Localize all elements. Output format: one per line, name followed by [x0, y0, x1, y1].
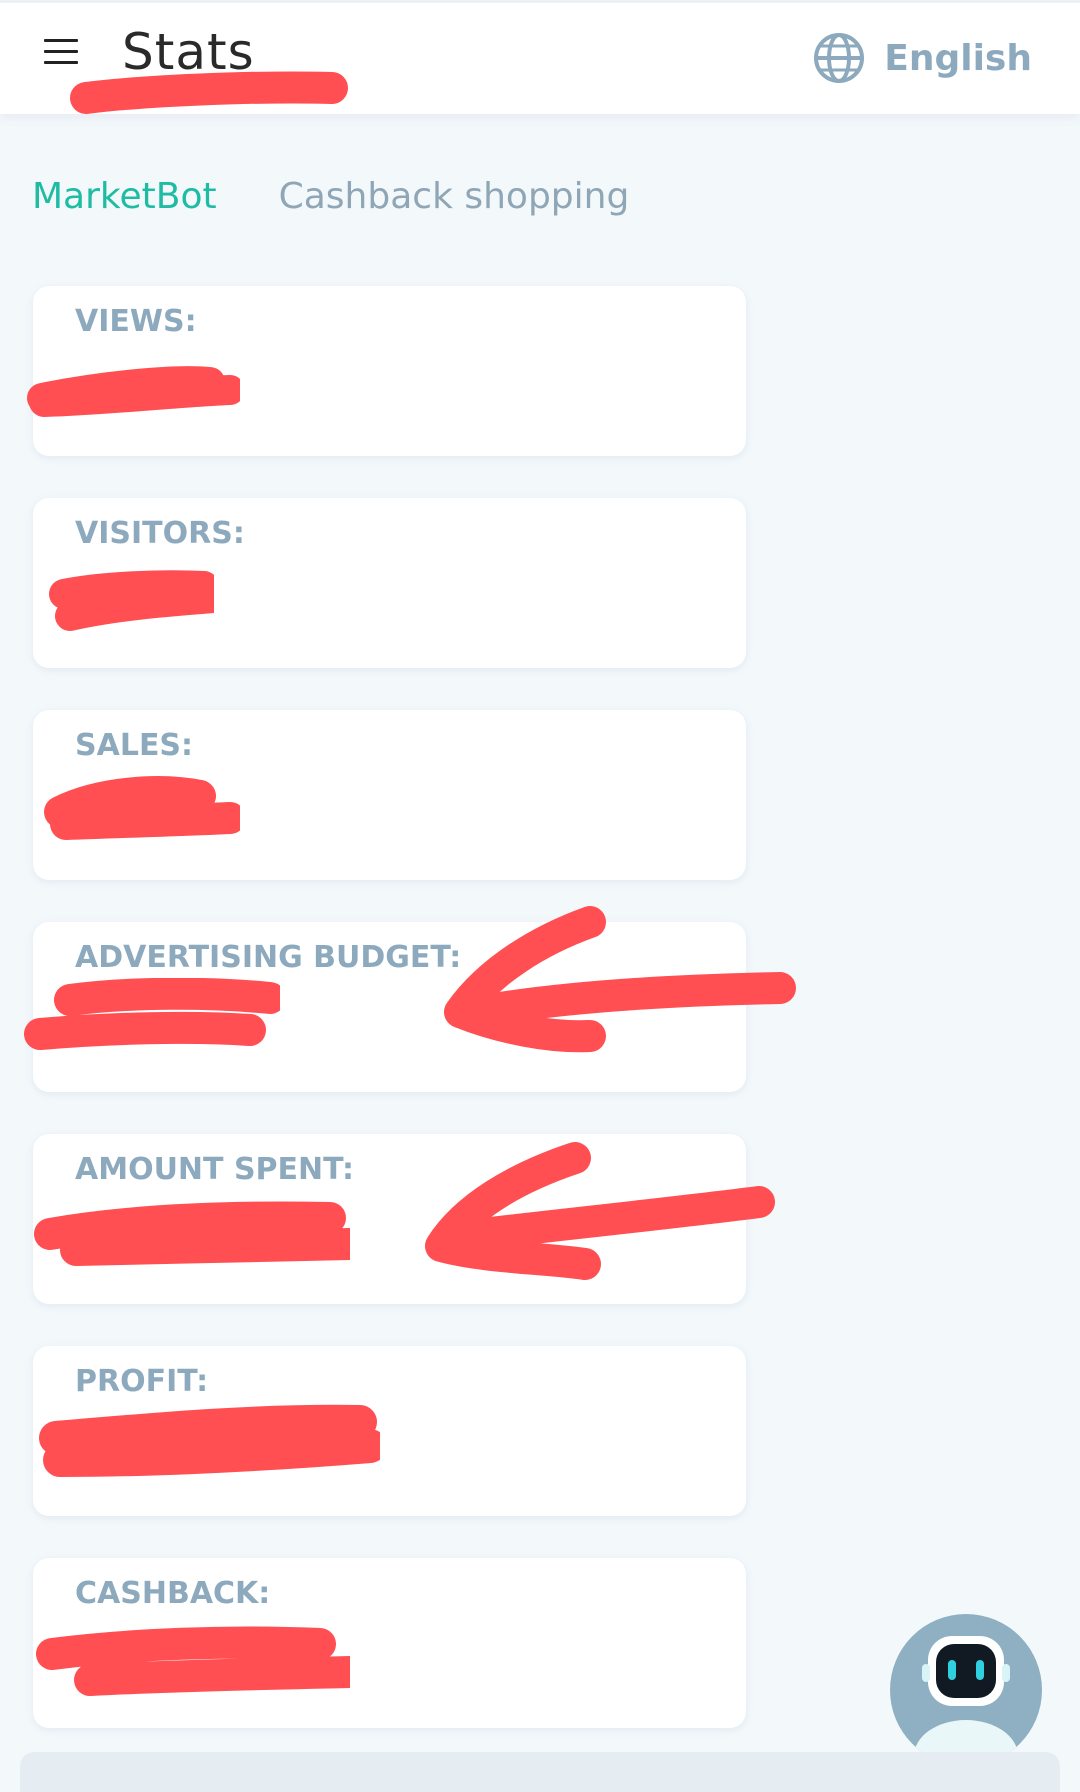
stat-card-profit: PROFIT: — [33, 1346, 746, 1516]
stat-label: PROFIT: — [75, 1364, 209, 1399]
stat-label: CASHBACK: — [75, 1576, 271, 1611]
stat-label: VIEWS: — [75, 304, 197, 339]
bottom-sheet-edge — [20, 1752, 1060, 1792]
tab-marketbot[interactable]: MarketBot — [32, 176, 217, 217]
stat-card-sales: SALES: — [33, 710, 746, 880]
globe-icon — [814, 33, 865, 83]
language-label: English — [884, 37, 1032, 79]
hamburger-icon[interactable] — [44, 39, 78, 67]
stat-label: AMOUNT SPENT: — [75, 1152, 354, 1187]
stat-card-amount-spent: AMOUNT SPENT: — [33, 1134, 746, 1304]
assistant-robot-button[interactable] — [890, 1614, 1042, 1766]
tab-bar: MarketBot Cashback shopping — [32, 176, 691, 217]
stat-card-visitors: VISITORS: — [33, 498, 746, 668]
tab-cashback-shopping[interactable]: Cashback shopping — [279, 176, 630, 217]
stat-card-cashback: CASHBACK: — [33, 1558, 746, 1728]
stat-card-views: VIEWS: — [33, 286, 746, 456]
stat-label: VISITORS: — [75, 516, 245, 551]
app-header: Stats English — [0, 0, 1080, 114]
language-selector[interactable]: English — [812, 31, 1032, 85]
stat-card-advertising-budget: ADVERTISING BUDGET: — [33, 922, 746, 1092]
stat-label: SALES: — [75, 728, 194, 763]
robot-icon — [914, 1636, 1018, 1766]
page-title: Stats — [122, 23, 255, 81]
stat-label: ADVERTISING BUDGET: — [75, 940, 462, 975]
